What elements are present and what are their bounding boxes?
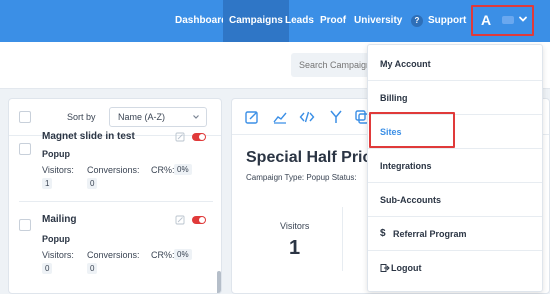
visitors-value: 1 xyxy=(42,178,53,189)
conversions-label: Conversions: xyxy=(87,250,140,260)
list-divider xyxy=(19,201,213,202)
nav-campaigns[interactable]: Campaigns xyxy=(223,0,289,42)
cr-label: CR%: xyxy=(151,250,175,260)
conversions-value: 0 xyxy=(87,178,98,189)
campaign-meta: Campaign Type: Popup Status: xyxy=(246,173,357,182)
menu-item-referral-program[interactable]: $ Referral Program xyxy=(368,217,542,251)
menu-item-label: Logout xyxy=(391,263,422,273)
campaign-checkbox[interactable] xyxy=(19,143,31,155)
menu-item-label: My Account xyxy=(380,59,431,69)
avatar[interactable]: A xyxy=(479,11,493,29)
menu-item-label: Integrations xyxy=(380,161,432,171)
flag-icon xyxy=(502,16,514,24)
code-icon[interactable] xyxy=(299,109,315,125)
chevron-down-icon xyxy=(193,115,199,119)
nav-support[interactable]: Support xyxy=(428,0,466,42)
visitors-metric-label: Visitors xyxy=(280,221,310,231)
menu-item-sub-accounts[interactable]: Sub-Accounts xyxy=(368,183,542,217)
menu-item-my-account[interactable]: My Account xyxy=(368,47,542,81)
dollar-icon: $ xyxy=(380,228,386,239)
account-dropdown-menu: My Account Billing Sites Integrations Su… xyxy=(367,44,543,292)
list-scrollbar[interactable] xyxy=(217,271,221,293)
sites-highlight xyxy=(369,112,455,148)
campaign-type: Popup xyxy=(42,149,70,159)
menu-item-logout[interactable]: Logout xyxy=(368,251,542,285)
visitors-label: Visitors: xyxy=(42,165,74,175)
cr-value: 0% xyxy=(174,164,192,175)
visitors-metric-value: 1 xyxy=(289,237,301,259)
chevron-down-icon[interactable] xyxy=(518,14,528,24)
menu-item-label: Sub-Accounts xyxy=(380,195,442,205)
select-all-checkbox[interactable] xyxy=(19,111,31,123)
menu-item-integrations[interactable]: Integrations xyxy=(368,149,542,183)
campaign-name[interactable]: Magnet slide in test xyxy=(42,131,135,142)
campaign-title: Special Half Price xyxy=(246,149,381,166)
nav-leads[interactable]: Leads xyxy=(285,0,314,42)
menu-item-label: Referral Program xyxy=(393,229,467,239)
split-test-icon[interactable] xyxy=(328,109,344,125)
analytics-icon[interactable] xyxy=(272,109,288,125)
logout-icon xyxy=(380,264,390,272)
cr-value: 0% xyxy=(174,249,192,260)
sort-select-value: Name (A-Z) xyxy=(118,112,165,122)
nav-dashboard[interactable]: Dashboard xyxy=(175,0,227,42)
campaign-name[interactable]: Mailing xyxy=(42,214,76,225)
conversions-label: Conversions: xyxy=(87,165,140,175)
campaign-list-panel: Sort by Name (A-Z) Magnet slide in test … xyxy=(8,98,222,294)
campaign-status-toggle[interactable] xyxy=(192,216,206,224)
sort-label: Sort by xyxy=(67,112,96,122)
campaign-type: Popup xyxy=(42,234,70,244)
edit-icon[interactable] xyxy=(244,109,260,125)
nav-university[interactable]: University xyxy=(354,0,402,42)
menu-item-billing[interactable]: Billing xyxy=(368,81,542,115)
edit-icon[interactable] xyxy=(175,132,185,142)
campaign-checkbox[interactable] xyxy=(19,219,31,231)
campaign-status-toggle[interactable] xyxy=(192,133,206,141)
visitors-value: 0 xyxy=(42,263,53,274)
edit-icon[interactable] xyxy=(175,215,185,225)
visitors-label: Visitors: xyxy=(42,250,74,260)
top-nav-bar: Dashboard Campaigns Leads Proof Universi… xyxy=(0,0,550,42)
search-input[interactable] xyxy=(291,53,369,77)
metric-divider xyxy=(342,207,343,271)
sort-select[interactable]: Name (A-Z) xyxy=(109,107,207,127)
nav-proof[interactable]: Proof xyxy=(320,0,346,42)
menu-item-label: Billing xyxy=(380,93,408,103)
help-icon[interactable]: ? xyxy=(411,15,423,27)
conversions-value: 0 xyxy=(87,263,98,274)
cr-label: CR%: xyxy=(151,165,175,175)
